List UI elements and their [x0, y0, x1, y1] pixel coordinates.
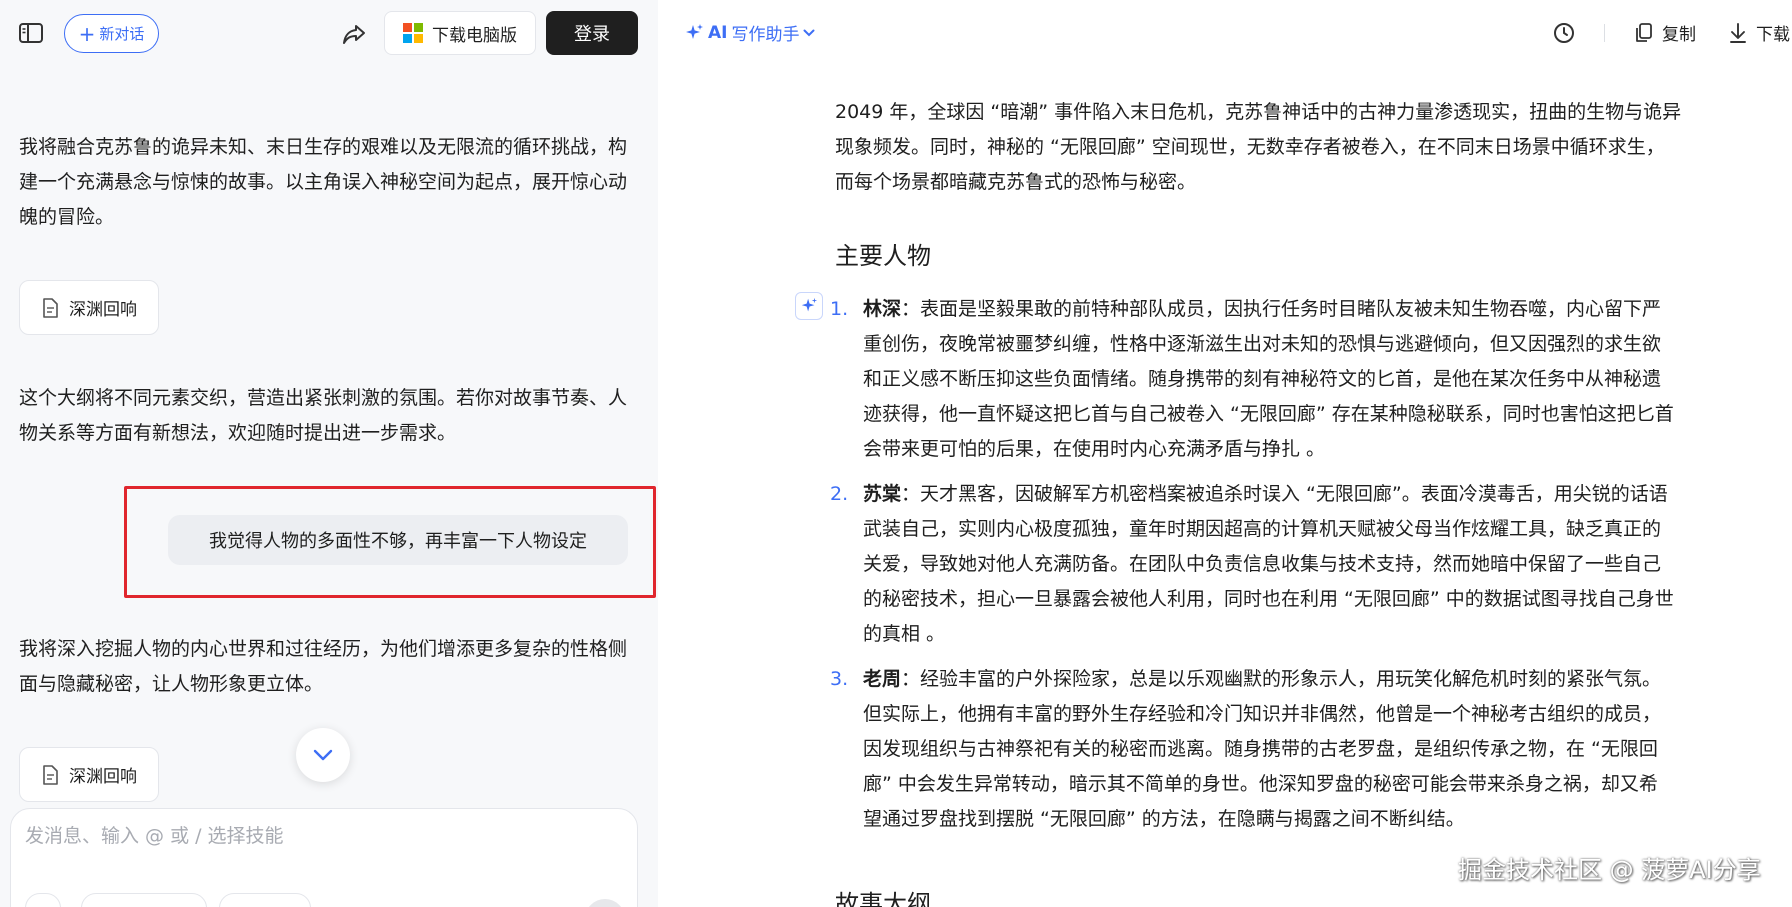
doc-line: 和正义感不断压抑这些负面情绪。随身携带的刻有神秘符文的匕首，是他在某次任务中从神… [863, 368, 1662, 390]
character-name: 老周 [863, 668, 902, 690]
character-name: 林深 [863, 298, 902, 320]
download-button[interactable]: 下载 [1728, 20, 1790, 45]
doc-line: 武装自己，实则内心极度孤独，童年时期因超高的计算机天赋被父母当作炫耀工具，缺乏真… [863, 518, 1662, 540]
document-panel: AI 写作助手 复制 下载 2049 年，全球因 “暗潮” 事件陷入末日危机，克… [658, 0, 1792, 907]
assistant-message: 我将融合克苏鲁的诡异未知、末日生存的艰难以及无限流的循环挑战，构建一个充满悬念与… [19, 136, 628, 228]
plus-icon: + [78, 21, 96, 46]
doc-line: 迹获得，他一直怀疑这把匕首与自己被卷入 “无限回廊” 存在某种隐秘联系，同时也害… [863, 403, 1674, 425]
doc-line: 重创伤，夜晚常被噩梦纠缠，性格中逐渐滋生出对未知的恐惧与逃避倾向，但又因强烈的求… [863, 333, 1662, 355]
character-description: 林深：表面是坚毅果敢的前特种部队成员，因执行任务时目睹队友被未知生物吞噬，内心留… [863, 292, 1695, 467]
doc-line: 望通过罗盘找到摆脱 “无限回廊” 的方法，在隐瞒与揭露之间不断纠结。 [863, 808, 1465, 830]
doc-line: 但实际上，他拥有丰富的野外生存经验和冷门知识并非偶然，他曾是一个神秘考古组织的成… [863, 703, 1662, 725]
list-number: 2. [830, 483, 849, 505]
document-card-title: 深渊回响 [69, 300, 137, 320]
chevron-down-icon [803, 29, 815, 36]
copy-icon [1636, 22, 1652, 42]
document-card-title: 深渊回响 [69, 767, 137, 787]
document-card[interactable]: 深渊回响 [19, 747, 159, 802]
copy-label: 复制 [1662, 25, 1696, 45]
ai-prefix-label: AI [708, 22, 728, 43]
doc-line: 的秘密技术，担心一旦暴露会被他人利用，同时也在利用 “无限回廊” 中的数据试图寻… [863, 588, 1674, 610]
list-number: 3. [830, 668, 849, 690]
header-divider [1604, 24, 1605, 42]
user-message-bubble: 我觉得人物的多面性不够，再丰富一下人物设定 [168, 515, 628, 565]
document-card[interactable]: 深渊回响 [19, 280, 159, 335]
download-label: 下载 [1756, 25, 1790, 45]
character-description: 苏棠：天才黑客，因破解军方机密档案被追杀时误入 “无限回廊”。表面冷漠毒舌，用尖… [863, 477, 1695, 652]
download-pc-label: 下载电脑版 [432, 25, 517, 46]
section-heading-outline: 故事大纲 [835, 890, 931, 907]
sparkle-icon [686, 23, 703, 39]
composer-option-button[interactable] [219, 893, 311, 907]
doc-line: ：天才黑客，因破解军方机密档案被追杀时误入 “无限回廊”。表面冷漠毒舌，用尖锐的… [901, 483, 1668, 505]
windows-logo-icon [403, 23, 423, 43]
list-number: 1. [830, 298, 849, 320]
assistant-message: 这个大纲将不同元素交织，营造出紧张刺激的氛围。若你对故事节奏、人物关系等方面有新… [19, 387, 628, 444]
copy-button[interactable]: 复制 [1634, 20, 1696, 45]
document-header: AI 写作助手 复制 下载 [658, 0, 1792, 66]
doc-line: 的真相 。 [863, 623, 946, 645]
scroll-down-button[interactable] [296, 728, 350, 782]
doc-line: ：经验丰富的户外探险家，总是以乐观幽默的形象示人，用玩笑化解危机时刻的紧张气氛。 [901, 668, 1662, 690]
doc-line: 而每个场景都暗藏克苏鲁式的恐怖与秘密。 [835, 171, 1197, 193]
sidebar-toggle-icon[interactable] [18, 20, 44, 46]
download-pc-button[interactable]: 下载电脑版 [384, 11, 536, 55]
doc-line: 关爱，导致她对他人充满防备。在团队中负责信息收集与技术支持，然而她暗中保留了一些… [863, 553, 1662, 575]
new-chat-button[interactable]: + 新对话 [64, 14, 159, 53]
chat-topbar: + 新对话 下载电脑版 登录 [0, 0, 658, 66]
doc-line: 会带来更可怕的后果，在使用时内心充满矛盾与挣扎 。 [863, 438, 1326, 460]
chat-panel: + 新对话 下载电脑版 登录 我将融合克苏鲁的诡异未知、末日生存的艰难以及无限流… [0, 0, 658, 907]
assistant-message: 我将深入挖掘人物的内心世界和过往经历，为他们增添更多复杂的性格侧面与隐藏秘密，让… [19, 638, 628, 695]
document-icon [43, 764, 58, 785]
message-composer [10, 808, 638, 907]
watermark: 掘金技术社区 @ 菠萝AI分享 [1458, 856, 1761, 884]
doc-line: 因发现组织与古神祭祀有关的秘密而逃离。随身携带的古老罗盘，是组织传承之物，在 “… [863, 738, 1658, 760]
section-heading-characters: 主要人物 [835, 242, 931, 270]
download-icon [1730, 22, 1746, 43]
composer-attach-button[interactable] [25, 893, 61, 907]
message-input[interactable] [25, 825, 585, 847]
new-chat-label: 新对话 [99, 25, 145, 43]
doc-line: 现象频发。同时，神秘的 “无限回廊” 空间现世，无数幸存者被卷入，在不同末日场景… [835, 136, 1665, 158]
character-name: 苏棠 [863, 483, 902, 505]
character-description: 老周：经验丰富的户外探险家，总是以乐观幽默的形象示人，用玩笑化解危机时刻的紧张气… [863, 662, 1695, 837]
share-icon[interactable] [340, 20, 368, 48]
chevron-down-icon [313, 749, 333, 761]
history-clock-icon[interactable] [1552, 21, 1576, 45]
doc-intro-paragraph: 2049 年，全球因 “暗潮” 事件陷入末日危机，克苏鲁神话中的古神力量渗透现实… [835, 95, 1715, 200]
doc-line: 2049 年，全球因 “暗潮” 事件陷入末日危机，克苏鲁神话中的古神力量渗透现实… [835, 101, 1682, 123]
login-button[interactable]: 登录 [546, 11, 638, 55]
doc-line: 廊” 中会发生异常转动，暗示其不简单的身世。他深知罗盘的秘密可能会带来杀身之祸，… [863, 773, 1658, 795]
ai-assistant-label: 写作助手 [731, 25, 800, 45]
ai-writing-assistant-button[interactable]: AI 写作助手 [684, 20, 815, 45]
document-icon [43, 297, 58, 318]
composer-skill-button[interactable] [81, 893, 207, 907]
doc-line: ：表面是坚毅果敢的前特种部队成员，因执行任务时目睹队友被未知生物吞噬，内心留下严 [901, 298, 1662, 320]
ai-edit-icon[interactable] [795, 292, 823, 320]
send-button[interactable] [585, 899, 625, 907]
